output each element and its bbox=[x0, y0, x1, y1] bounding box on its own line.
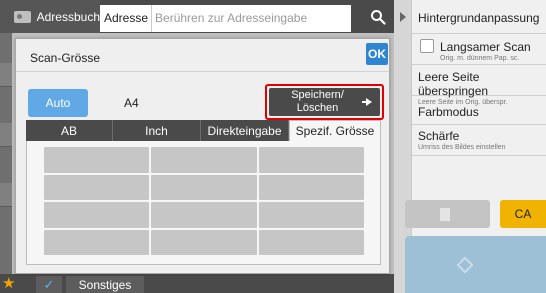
start-button bbox=[405, 236, 546, 293]
rp-item-label: Hintergrundanpassung bbox=[418, 11, 540, 25]
rp-item-slow-scan[interactable]: Langsamer Scan Orig. m. dünnem Pap. sc. bbox=[412, 35, 546, 65]
addressbook-label: Adressbuch bbox=[36, 9, 100, 24]
document-icon bbox=[439, 207, 450, 221]
rp-item-label: Leere Seite überspringen bbox=[418, 70, 489, 98]
addressbook-icon bbox=[14, 10, 31, 23]
left-tab-stub[interactable] bbox=[0, 123, 12, 147]
scan-size-value: A4 bbox=[124, 96, 139, 110]
check-icon[interactable]: ✓ bbox=[36, 276, 62, 293]
custom-size-slot[interactable] bbox=[151, 202, 257, 228]
custom-size-slot[interactable] bbox=[44, 229, 150, 255]
rp-item-label: Farbmodus bbox=[418, 105, 479, 119]
auto-button[interactable]: Auto bbox=[28, 89, 88, 117]
scan-size-dialog: Scan-Grösse OK Auto A4 Speichern/ Lösche… bbox=[15, 38, 390, 274]
rp-item-sublabel: Umriss des Bildes einstellen bbox=[418, 144, 506, 151]
ok-button[interactable]: OK bbox=[366, 43, 388, 65]
custom-size-slot[interactable] bbox=[151, 229, 257, 255]
rp-item-label: Schärfe bbox=[418, 129, 460, 143]
tab-direct-input[interactable]: Direkteingabe bbox=[201, 120, 289, 141]
ca-button[interactable]: CA bbox=[500, 200, 546, 228]
custom-size-slot[interactable] bbox=[44, 202, 150, 228]
custom-size-slot[interactable] bbox=[151, 147, 257, 173]
address-label: Adresse bbox=[100, 4, 152, 32]
preview-button-disabled bbox=[405, 200, 490, 228]
custom-size-slot[interactable] bbox=[44, 147, 150, 173]
rp-item-skip-blank[interactable]: Leere Seite überspringen Leere Seite im … bbox=[412, 66, 546, 106]
address-input[interactable]: Berühren zur Adresseingabe bbox=[151, 4, 352, 32]
rp-item-color-mode[interactable]: Farbmodus bbox=[412, 97, 546, 125]
custom-size-grid bbox=[44, 147, 364, 255]
left-tab-strip bbox=[0, 33, 12, 278]
rp-item-sublabel: Orig. m. dünnem Pap. sc. bbox=[440, 55, 520, 62]
start-icon bbox=[456, 256, 473, 273]
custom-size-slot[interactable] bbox=[151, 174, 257, 200]
save-delete-highlight: Speichern/ Löschen bbox=[265, 84, 384, 120]
addressbook-button[interactable]: Adressbuch bbox=[0, 0, 100, 33]
divider bbox=[16, 71, 389, 72]
custom-size-slot[interactable] bbox=[258, 202, 364, 228]
other-button[interactable]: Sonstiges bbox=[66, 276, 144, 293]
rp-item-label: Langsamer Scan bbox=[440, 40, 531, 54]
save-delete-label: Speichern/ Löschen bbox=[291, 89, 344, 114]
search-button[interactable] bbox=[361, 0, 394, 33]
left-tab-stub[interactable] bbox=[0, 63, 12, 87]
left-tab-stub[interactable] bbox=[0, 183, 12, 207]
dialog-title: Scan-Grösse bbox=[30, 51, 101, 65]
tab-ab[interactable]: AB bbox=[26, 120, 113, 141]
rp-item-sharpness[interactable]: Schärfe Umriss des Bildes einstellen bbox=[412, 126, 546, 156]
checkbox-icon[interactable] bbox=[420, 39, 434, 53]
rp-item-background-adjust[interactable]: Hintergrundanpassung bbox=[412, 6, 546, 34]
tab-inch[interactable]: Inch bbox=[113, 120, 201, 141]
search-icon bbox=[370, 9, 386, 25]
size-tabs: AB Inch Direkteingabe Spezif. Grösse bbox=[26, 120, 381, 141]
custom-size-slot[interactable] bbox=[258, 229, 364, 255]
custom-size-slot[interactable] bbox=[258, 174, 364, 200]
save-delete-button[interactable]: Speichern/ Löschen bbox=[269, 88, 380, 116]
expand-arrow-icon bbox=[400, 12, 406, 22]
custom-size-panel bbox=[26, 141, 381, 265]
top-bar: Adressbuch Adresse Berühren zur Adressei… bbox=[0, 0, 394, 33]
star-icon[interactable]: ★ bbox=[2, 276, 15, 291]
arrow-right-icon bbox=[362, 98, 372, 106]
tab-custom-size[interactable]: Spezif. Grösse bbox=[289, 120, 381, 141]
custom-size-slot[interactable] bbox=[258, 147, 364, 173]
custom-size-slot[interactable] bbox=[44, 174, 150, 200]
